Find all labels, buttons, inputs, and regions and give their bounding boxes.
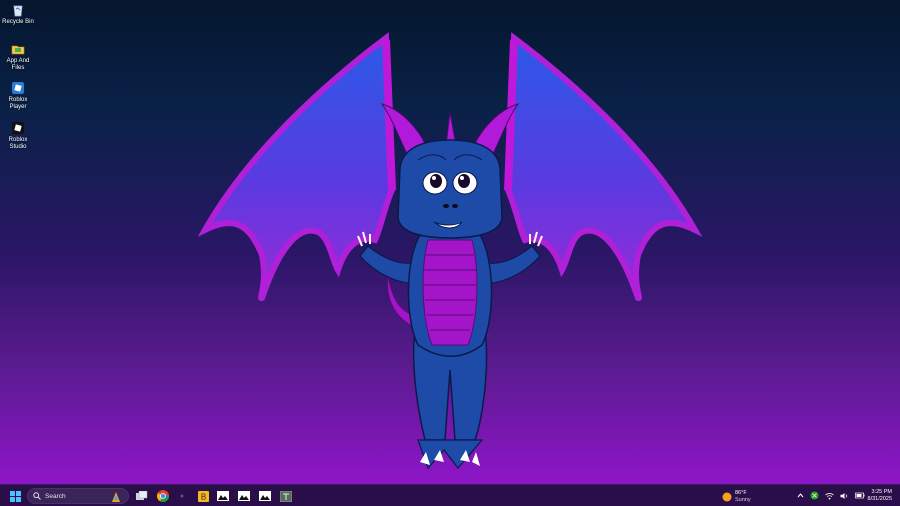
desktop-icon-roblox-player[interactable]: Roblox Player xyxy=(0,81,36,111)
clock-time: 3:25 PM xyxy=(871,489,892,495)
folder-icon xyxy=(11,42,25,56)
taskbar-image-button[interactable] xyxy=(216,488,230,504)
clock[interactable]: 3:25 PM 8/31/2025 xyxy=(868,489,892,503)
desktop-icon-recycle-bin[interactable]: Recycle Bin xyxy=(0,3,36,26)
taskbar-image-button[interactable] xyxy=(237,488,251,504)
search-highlight-icon xyxy=(112,492,120,502)
desktop-icon-app-and-files[interactable]: App And Files xyxy=(0,42,36,72)
dragon-belly xyxy=(422,239,478,346)
desktop-icon-label: Recycle Bin xyxy=(2,19,34,25)
desktop-icon-label: Roblox Studio xyxy=(8,137,28,150)
weather-widget[interactable]: 86°F Sunny xyxy=(722,490,751,504)
system-tray xyxy=(797,491,865,500)
app-icon xyxy=(280,490,292,502)
image-icon xyxy=(259,491,271,501)
start-button[interactable] xyxy=(8,488,22,504)
desktop-icon-label: App And Files xyxy=(6,58,30,71)
task-view-button[interactable] xyxy=(134,488,150,504)
battery-icon[interactable] xyxy=(855,492,865,499)
file-explorer-button[interactable]: B xyxy=(196,488,210,504)
chrome-icon xyxy=(157,490,169,502)
task-view-icon xyxy=(136,491,148,500)
svg-text:B: B xyxy=(200,492,205,501)
chevron-up-icon[interactable] xyxy=(797,492,804,499)
desktop-icon-label: Roblox Player xyxy=(8,97,28,110)
roblox-player-icon xyxy=(11,81,25,95)
taskbar-app-button[interactable] xyxy=(176,488,188,504)
clock-date: 8/31/2025 xyxy=(867,496,892,502)
weather-temp: 86°F xyxy=(735,490,747,496)
app-icon xyxy=(180,494,184,498)
wifi-icon[interactable] xyxy=(825,492,834,500)
taskbar-image-button[interactable] xyxy=(258,488,272,504)
desktop-wallpaper xyxy=(197,32,703,470)
search-box[interactable]: Search xyxy=(27,488,129,504)
file-explorer-icon: B xyxy=(197,490,209,502)
roblox-studio-icon xyxy=(11,121,25,135)
volume-icon[interactable] xyxy=(840,492,849,500)
sun-icon xyxy=(722,492,732,502)
image-icon xyxy=(217,491,229,501)
desktop-icon-roblox-studio[interactable]: Roblox Studio xyxy=(0,121,36,151)
windows-start-icon xyxy=(9,490,21,502)
xbox-icon[interactable] xyxy=(810,491,819,500)
dragon-head xyxy=(397,139,503,239)
search-icon xyxy=(33,492,41,500)
chrome-button[interactable] xyxy=(155,488,171,504)
weather-condition: Sunny xyxy=(735,497,751,503)
taskbar-app-button[interactable] xyxy=(279,488,293,504)
image-icon xyxy=(238,491,250,501)
search-placeholder: Search xyxy=(45,492,66,500)
recycle-bin-icon xyxy=(11,3,25,17)
taskbar: Search B 86°F Sunny 3:25 PM 8/31/2025 xyxy=(0,484,900,506)
